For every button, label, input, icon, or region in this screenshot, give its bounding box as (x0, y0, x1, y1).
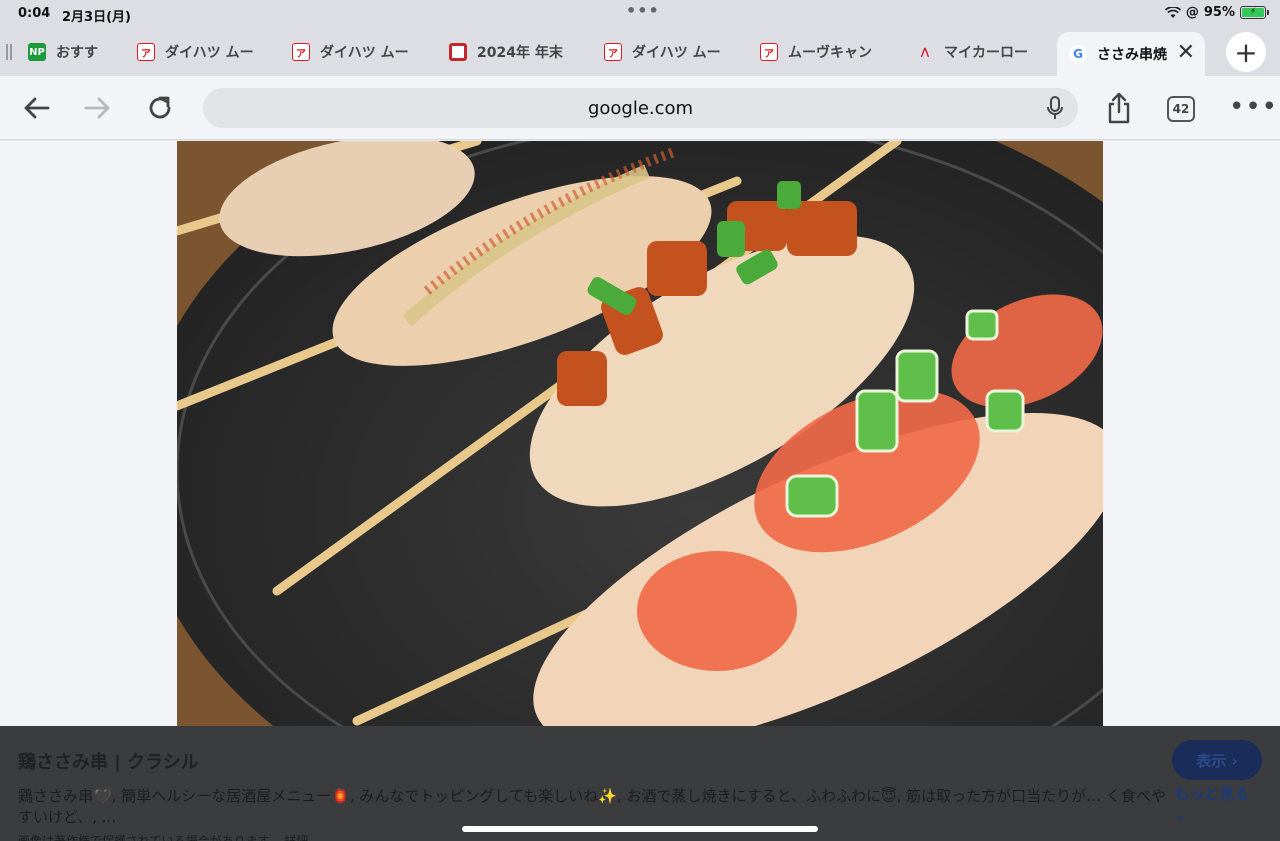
daihatsu-icon: ア (760, 43, 778, 61)
wifi-icon (1164, 6, 1181, 18)
reload-button[interactable] (142, 90, 178, 126)
daihatsu-icon: ア (604, 43, 622, 61)
tab-1[interactable]: ア ダイハツ ムー (137, 36, 263, 68)
tab-title: マイカーロー (944, 45, 1028, 61)
tab-title: おすす (56, 45, 98, 61)
tab-title: ダイハツ ムー (320, 45, 409, 61)
tab-active[interactable]: G ささみ串焼 ✕ (1057, 32, 1205, 76)
share-icon (1108, 92, 1130, 124)
microphone-icon[interactable] (1046, 96, 1064, 120)
tab-0[interactable]: NP おすす (28, 36, 108, 68)
np-logo-icon: NP (28, 43, 46, 61)
skewers-illustration (177, 141, 1103, 727)
home-indicator[interactable] (462, 826, 818, 832)
tab-title: ダイハツ ムー (165, 45, 254, 61)
active-tab-title: ささみ串焼 (1097, 47, 1167, 63)
tab-3[interactable]: 2024年 年末 (449, 36, 575, 68)
status-right: @ 95% ⚡ (1164, 5, 1269, 20)
forward-button[interactable] (80, 90, 116, 126)
google-icon: G (1069, 45, 1087, 63)
multitask-dots-icon[interactable]: ••• (626, 1, 660, 20)
daihatsu-icon: ア (137, 43, 155, 61)
image-info-panel: 鶏ささみ串 | クラシル 鶏ささみ串🖤, 簡単ヘルシーな居酒屋メニュー🏮, みん… (0, 726, 1280, 841)
tab-2[interactable]: ア ダイハツ ムー (292, 36, 418, 68)
tab-title: 2024年 年末 (477, 45, 563, 61)
tab-5[interactable]: ア ムーヴキャン (760, 36, 888, 68)
battery-icon: ⚡ (1240, 6, 1269, 19)
rotation-lock-icon: @ (1185, 5, 1199, 20)
url-text: google.com (587, 97, 694, 119)
tab-4[interactable]: ア ダイハツ ムー (604, 36, 730, 68)
food-photo[interactable] (177, 141, 1103, 727)
a-logo-icon: ⋀ (920, 46, 930, 58)
status-time: 0:04 (18, 6, 51, 21)
battery-percent: 95% (1203, 5, 1235, 20)
tab-overflow-indicator[interactable] (6, 44, 12, 60)
reload-icon (149, 96, 171, 119)
back-arrow-icon (24, 97, 50, 119)
forward-arrow-icon (84, 97, 110, 119)
tab-title: ダイハツ ムー (632, 45, 721, 61)
share-button[interactable] (1101, 90, 1137, 126)
view-button[interactable]: 表示 › (1172, 740, 1262, 780)
new-tab-button[interactable]: + (1226, 32, 1266, 72)
daihatsu-icon: ア (292, 43, 310, 61)
status-bar: 0:04 2月3日(月) ••• @ 95% ⚡ (0, 0, 1280, 28)
status-date: 2月3日(月) (62, 10, 131, 25)
tab-switcher-button[interactable]: 42 (1167, 96, 1195, 122)
browser-toolbar: google.com 42 ••• (0, 76, 1280, 140)
tab-strip: NP おすす ア ダイハツ ムー ア ダイハツ ムー 2024年 年末 ア ダイ… (0, 28, 1280, 76)
back-button[interactable] (18, 90, 54, 126)
show-more-link[interactable]: もっと見る ⌄ (1174, 784, 1254, 826)
more-menu-icon[interactable]: ••• (1229, 92, 1278, 122)
tab-title: ムーヴキャン (788, 45, 872, 61)
tab-6[interactable]: ⋀ マイカーロー (916, 36, 1044, 68)
result-title[interactable]: 鶏ささみ串 | クラシル (18, 748, 199, 774)
close-tab-icon[interactable]: ✕ (1177, 40, 1195, 65)
address-bar[interactable]: google.com (203, 88, 1078, 128)
result-description: 鶏ささみ串🖤, 簡単ヘルシーな居酒屋メニュー🏮, みんなでトッピングしても楽しい… (18, 787, 1166, 826)
ring-logo-icon (449, 43, 467, 61)
copyright-note: 画像は著作権で保護されている場合があります。 詳細 (18, 834, 309, 841)
